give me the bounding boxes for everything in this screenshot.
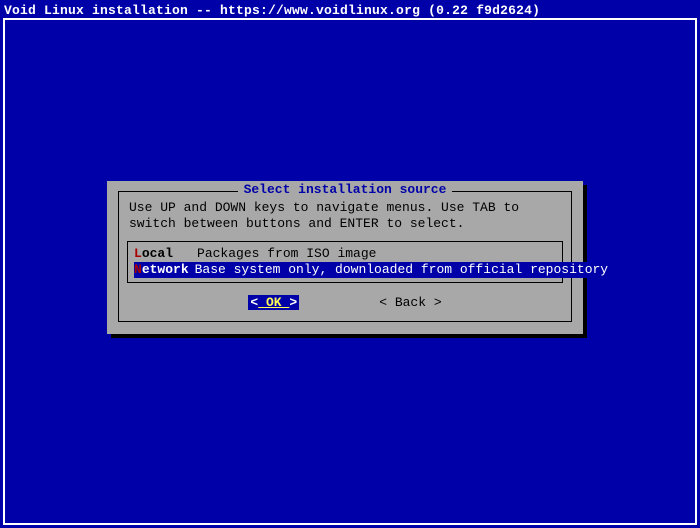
option-description: Packages from ISO image (197, 246, 376, 262)
source-option-local[interactable]: Local Packages from ISO image (132, 246, 558, 262)
dialog-button-row: < OK >< Back > (127, 295, 563, 311)
dialog-border: Select installation source Use UP and DO… (118, 191, 572, 322)
source-option-network[interactable]: NetworkBase system only, downloaded from… (132, 262, 558, 278)
option-description: Base system only, downloaded from offici… (189, 262, 610, 278)
ok-button-label: OK (258, 295, 289, 310)
angle-left-icon: < (250, 295, 258, 310)
option-hotkey: N (134, 262, 142, 277)
option-label-rest: ocal (142, 246, 173, 262)
angle-right-icon: > (289, 295, 297, 310)
dialog-help-text: Use UP and DOWN keys to navigate menus. … (129, 200, 561, 233)
source-menu[interactable]: Local Packages from ISO image NetworkBase… (127, 241, 563, 284)
dialog-title: Select installation source (238, 182, 453, 198)
option-label-rest: etwork (142, 262, 189, 277)
angle-left-icon: < (379, 295, 387, 310)
window-title: Void Linux installation -- https://www.v… (4, 3, 696, 19)
source-dialog: Select installation source Use UP and DO… (107, 181, 583, 334)
back-button-label: Back (387, 295, 434, 310)
option-hotkey: L (134, 246, 142, 262)
back-button[interactable]: < Back > (379, 295, 441, 310)
ok-button[interactable]: < OK > (248, 295, 299, 310)
installer-screen: Void Linux installation -- https://www.v… (0, 0, 700, 528)
angle-right-icon: > (434, 295, 442, 310)
